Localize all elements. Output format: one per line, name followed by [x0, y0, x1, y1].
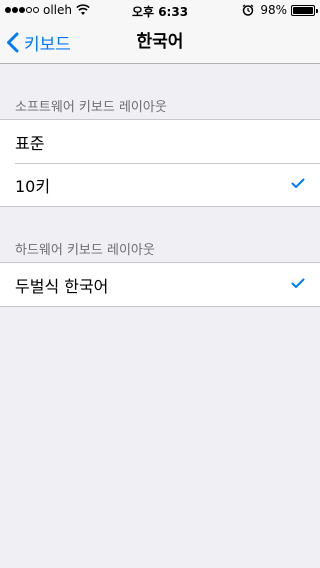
- option-row-standard[interactable]: 표준: [0, 120, 320, 163]
- option-row-10-key[interactable]: 10키: [0, 163, 320, 206]
- option-label: 10키: [15, 176, 51, 196]
- battery-icon: [291, 4, 318, 16]
- section-header-hardware-layout: 하드웨어 키보드 레이아웃: [15, 243, 155, 258]
- battery-tip: [316, 8, 318, 13]
- section-header-software-layout: 소프트웨어 키보드 레이아웃: [15, 100, 167, 115]
- battery-fill: [293, 6, 313, 14]
- page-title: 한국어: [136, 32, 184, 52]
- option-row-dubeolsik[interactable]: 두벌식 한국어: [0, 263, 320, 306]
- hardware-layout-group: 두벌식 한국어: [0, 262, 320, 307]
- battery-percentage: 98%: [260, 3, 287, 17]
- checkmark-icon: [291, 178, 305, 188]
- status-bar: olleh 오후 6:33 98%: [0, 0, 320, 20]
- option-label: 두벌식 한국어: [15, 276, 109, 296]
- navigation-bar: 키보드 한국어: [0, 20, 320, 64]
- checkmark-icon: [291, 278, 305, 288]
- software-layout-group: 표준 10키: [0, 119, 320, 207]
- option-label: 표준: [15, 133, 45, 153]
- alarm-clock-icon: [242, 4, 254, 16]
- screen: olleh 오후 6:33 98% 키보드 한국어 소프트웨어 키보드 레이아웃…: [0, 0, 320, 568]
- status-right: 98%: [242, 3, 318, 17]
